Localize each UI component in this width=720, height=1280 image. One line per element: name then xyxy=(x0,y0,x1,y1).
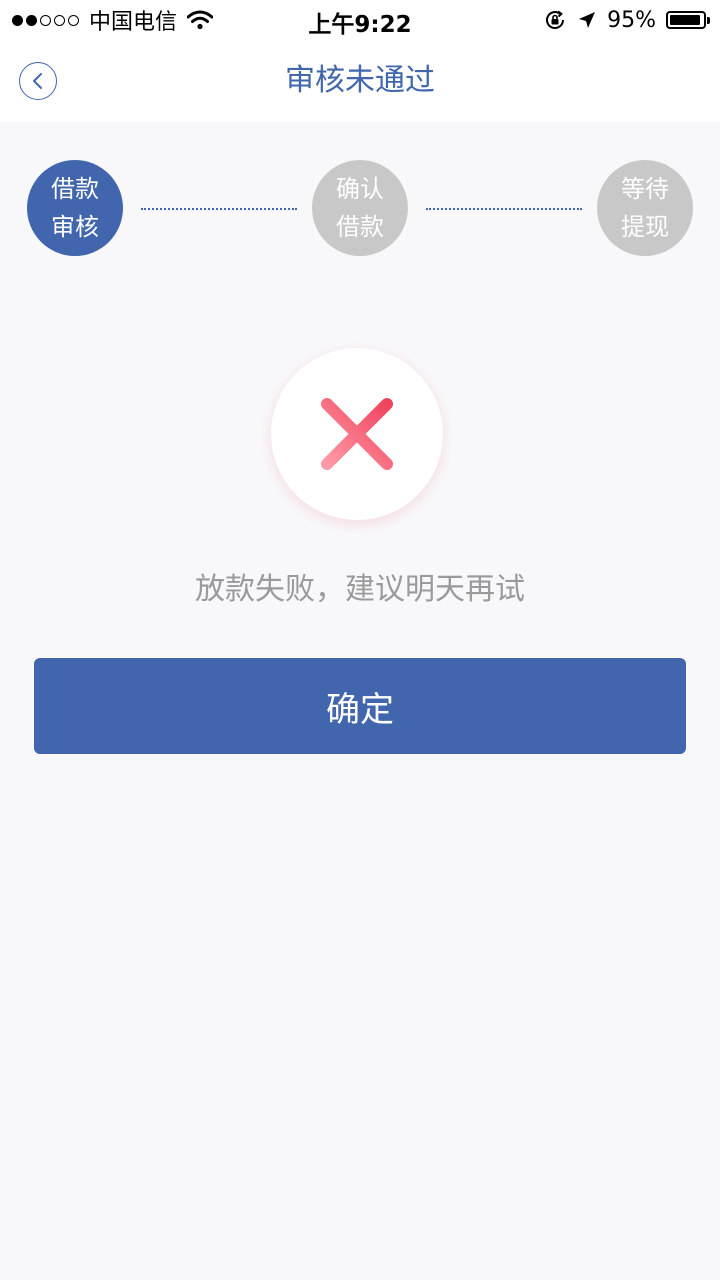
step-connector xyxy=(426,208,582,210)
step-label-line1: 等待 xyxy=(621,175,669,203)
confirm-button[interactable]: 确定 xyxy=(34,658,686,754)
step-label-line1: 确认 xyxy=(336,175,384,203)
step-wait-withdraw: 等待 提现 xyxy=(597,160,693,256)
battery-percent: 95% xyxy=(607,7,656,33)
progress-steps: 借款 审核 确认 借款 等待 提现 xyxy=(0,122,720,282)
step-loan-review: 借款 审核 xyxy=(27,160,123,256)
step-label-line1: 借款 xyxy=(51,175,99,203)
location-arrow-icon xyxy=(579,12,596,28)
status-right: 95% xyxy=(543,6,710,34)
page-title: 审核未通过 xyxy=(285,63,435,98)
orientation-lock-icon xyxy=(546,10,565,29)
step-label-line2: 提现 xyxy=(621,213,669,241)
step-label-line2: 借款 xyxy=(336,213,384,241)
navigation-bar: 审核未通过 xyxy=(0,40,720,122)
status-bar: 中国电信 上午9:22 95% xyxy=(0,0,720,40)
result-message: 放款失败，建议明天再试 xyxy=(195,572,525,607)
step-connector xyxy=(141,208,297,210)
battery-icon xyxy=(666,11,710,29)
step-confirm-loan: 确认 借款 xyxy=(312,160,408,256)
result-status-icon xyxy=(271,348,443,520)
close-icon xyxy=(321,398,393,470)
step-label-line2: 审核 xyxy=(51,213,99,241)
